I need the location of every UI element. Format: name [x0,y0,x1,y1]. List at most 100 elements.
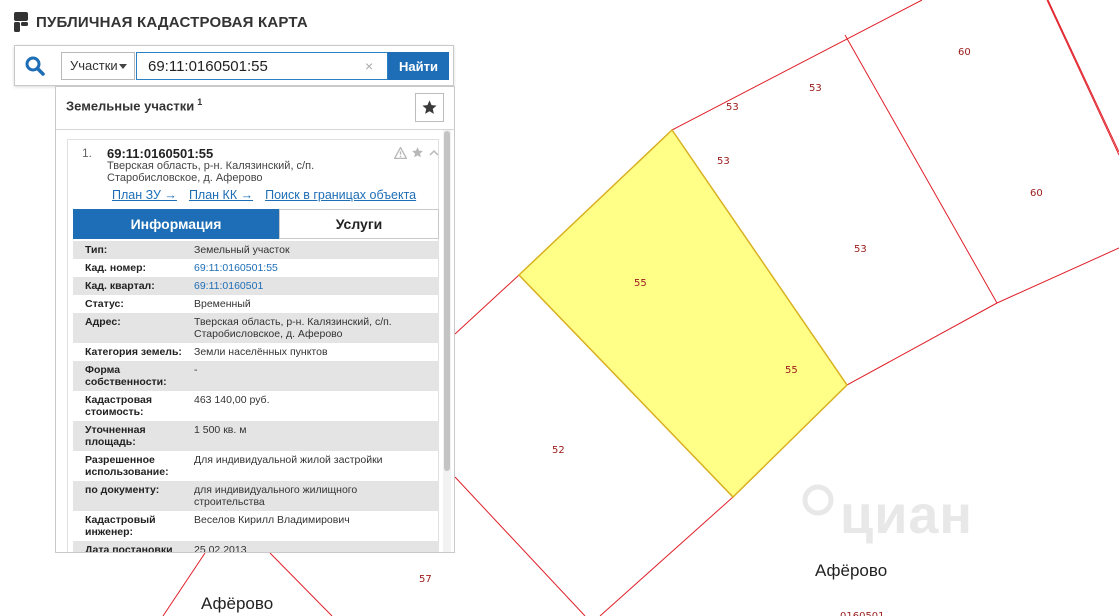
item-actions [394,146,440,159]
app-header: ПУБЛИЧНАЯ КАДАСТРОВАЯ КАРТА [14,10,308,34]
chevron-up-icon[interactable] [428,147,440,159]
info-value: Веселов Кирилл Владимирович [194,514,350,526]
info-key: Тип: [85,244,108,256]
parcel-label: 53 [854,244,867,255]
info-row: Дата постановки 25.02.2013 [73,541,439,553]
parcel-boundary [599,496,734,616]
info-value: - [194,364,198,376]
star-icon[interactable] [411,146,424,159]
info-key: Статус: [85,298,124,310]
search-input[interactable] [136,52,388,80]
parcel-label: 53 [726,102,739,113]
info-value-link[interactable]: 69:11:0160501 [194,280,430,292]
info-key: Кадастровый инженер: [85,514,156,538]
parcel-label: 53 [809,83,822,94]
pkk-logo-icon [14,12,28,32]
results-header: Земельные участки 1 [56,87,454,130]
info-row: Кадастровая стоимость: 463 140,00 руб. [73,391,439,421]
plan-zu-link[interactable]: План ЗУ → [112,188,177,202]
scrollbar-thumb[interactable] [444,131,450,471]
warning-icon[interactable] [394,146,407,159]
info-value: 1 500 кв. м [194,424,247,436]
info-key: Кад. номер: [85,262,147,274]
info-row: по документу: для индивидуального жилищно… [73,481,439,511]
info-key: Кадастровая стоимость: [85,394,152,418]
parcel-label: 53 [717,156,730,167]
info-key: Адрес: [85,316,121,328]
item-cad-number: 69:11:0160501:55 [107,146,214,161]
info-key: Разрешенное использование: [85,454,169,478]
search-icon[interactable] [23,54,47,78]
parcel-boundary [454,476,586,616]
watermark-pin-icon [802,484,834,516]
info-value: Тверская область, р-н. Калязинский, с/п.… [194,316,392,340]
parcel-boundary [671,0,923,131]
info-row: Категория земель: Земли населённых пункто… [73,343,439,361]
info-value-link[interactable]: 69:11:0160501:55 [194,262,430,274]
results-title: Земельные участки 1 [66,97,202,113]
parcel-label: 57 [419,574,432,585]
quarter-label: 0160501 [840,611,885,616]
info-table: Тип: Земельный участок Кад. номер: 69:11:01… [73,241,439,553]
search-type-select[interactable]: Участки [61,52,135,80]
info-row: Уточненная площадь: 1 500 кв. м [73,421,439,451]
place-name: Афёрово [815,561,887,580]
info-value: 25.02.2013 [194,544,247,553]
star-icon [422,100,437,114]
item-address: Тверская область, р-н. Калязинский, с/п.… [107,160,315,184]
parcel-boundary [1046,0,1119,156]
tab-info[interactable]: Информация [73,209,279,239]
info-key: Категория земель: [85,346,182,358]
info-key: по документу: [85,484,160,496]
clear-icon[interactable]: × [365,59,373,73]
info-key: Кад. квартал: [85,280,155,292]
search-bar: Участки × Найти [14,45,454,86]
info-key: Уточненная площадь: [85,424,146,448]
info-value: Земельный участок [194,244,290,256]
parcel-label: 55 [634,278,647,289]
results-count: 1 [197,97,203,107]
find-button[interactable]: Найти [388,52,449,80]
results-panel: Земельные участки 1 1. 69:11:0160501:55 Т… [55,86,455,553]
parcel-boundary [454,274,520,335]
info-row: Кад. квартал: 69:11:0160501 [73,277,439,295]
results-title-text: Земельные участки [66,98,195,114]
watermark: циан [802,484,973,545]
selected-parcel[interactable] [517,128,848,499]
search-type-value: Участки [70,58,118,73]
item-index: 1. [82,146,93,160]
info-key: Дата постановки [85,544,173,553]
info-row: Адрес: Тверская область, р-н. Калязинский… [73,313,439,343]
place-name: Афёрово [201,594,273,613]
parcel-label: 60 [1030,188,1043,199]
info-row: Разрешенное использование: Для индивидуал… [73,451,439,481]
parcel-label: 55 [785,365,798,376]
info-value: 463 140,00 руб. [194,394,270,406]
info-value: Временный [194,298,251,310]
info-value: Земли населённых пунктов [194,346,328,358]
plan-kk-link[interactable]: План КК → [189,188,253,202]
info-value: для индивидуального жилищного строительс… [194,484,358,508]
chevron-down-icon [119,64,127,69]
info-key: Форма собственности: [85,364,167,388]
parcel-boundary [1047,0,1119,153]
parcel-label: 52 [552,445,565,456]
info-value: Для индивидуальной жилой застройки [194,454,383,466]
favorites-button[interactable] [415,93,444,122]
info-row: Статус: Временный [73,295,439,313]
parcel-boundary [844,34,998,304]
info-row: Форма собственности: - [73,361,439,391]
app-title: ПУБЛИЧНАЯ КАДАСТРОВАЯ КАРТА [36,13,308,31]
item-tabs: Информация Услуги [73,209,439,239]
parcel-boundary [846,302,998,386]
parcel-label: 60 [958,47,971,58]
info-row: Кадастровый инженер: Веселов Кирилл Влади… [73,511,439,541]
tab-services[interactable]: Услуги [279,209,439,239]
info-row: Тип: Земельный участок [73,241,439,259]
parcel-boundary [162,552,206,616]
watermark-text: циан [840,485,973,545]
info-row: Кад. номер: 69:11:0160501:55 [73,259,439,277]
result-item[interactable]: 1. 69:11:0160501:55 Тверская область, р-… [67,139,440,553]
parcel-boundary [996,247,1119,304]
parcel-boundary [269,552,333,616]
